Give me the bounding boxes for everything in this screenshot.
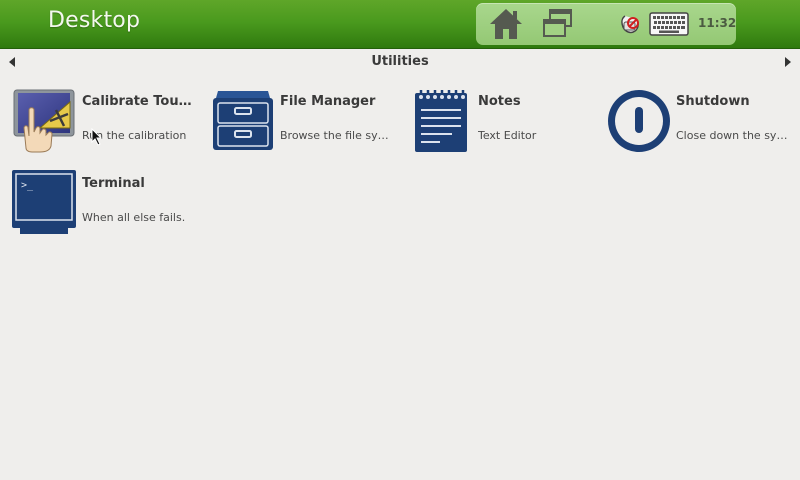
app-name: Notes	[478, 94, 521, 109]
app-shutdown[interactable]: Shutdown Close down the system	[606, 88, 798, 160]
terminal-icon: >_	[12, 170, 76, 234]
top-bar: Desktop 11:32	[0, 0, 800, 49]
category-bar: Utilities	[0, 49, 800, 75]
onscreen-keyboard-icon	[649, 12, 689, 36]
power-icon	[608, 90, 670, 152]
home-icon	[490, 9, 522, 39]
svg-text:>_: >_	[21, 180, 34, 191]
app-description: Browse the file system	[280, 129, 392, 142]
app-description: When all else fails.	[82, 211, 186, 224]
app-notes[interactable]: Notes Text Editor	[408, 88, 600, 160]
switch-windows-button[interactable]	[536, 7, 580, 41]
app-name: Calibrate Touchscreen	[82, 94, 198, 109]
keyboard-mouse-indicator-icon	[621, 15, 639, 34]
app-name: Shutdown	[676, 94, 750, 109]
input-indicator-button[interactable]	[616, 7, 644, 41]
app-terminal[interactable]: >_ Terminal When all else fails.	[12, 170, 204, 242]
calibrate-touchscreen-icon	[13, 89, 75, 153]
system-panel: 11:32	[476, 3, 736, 45]
app-file-manager[interactable]: File Manager Browse the file system	[210, 88, 402, 160]
mouse-cursor-icon	[91, 128, 103, 146]
file-cabinet-icon	[213, 91, 273, 150]
app-description: Text Editor	[478, 129, 537, 142]
onscreen-keyboard-button[interactable]	[648, 7, 690, 41]
app-description: Close down the system	[676, 129, 788, 142]
page-title: Desktop	[48, 8, 141, 33]
next-category-arrow-icon[interactable]	[785, 57, 791, 67]
category-title: Utilities	[371, 54, 429, 69]
app-name: Terminal	[82, 176, 145, 191]
home-button[interactable]	[484, 7, 528, 41]
clock: 11:32	[698, 16, 737, 30]
switch-windows-icon	[543, 9, 572, 37]
app-calibrate-touchscreen[interactable]: Calibrate Touchscreen Run the calibratio…	[12, 88, 204, 160]
app-name: File Manager	[280, 94, 376, 109]
notepad-icon	[415, 90, 467, 152]
